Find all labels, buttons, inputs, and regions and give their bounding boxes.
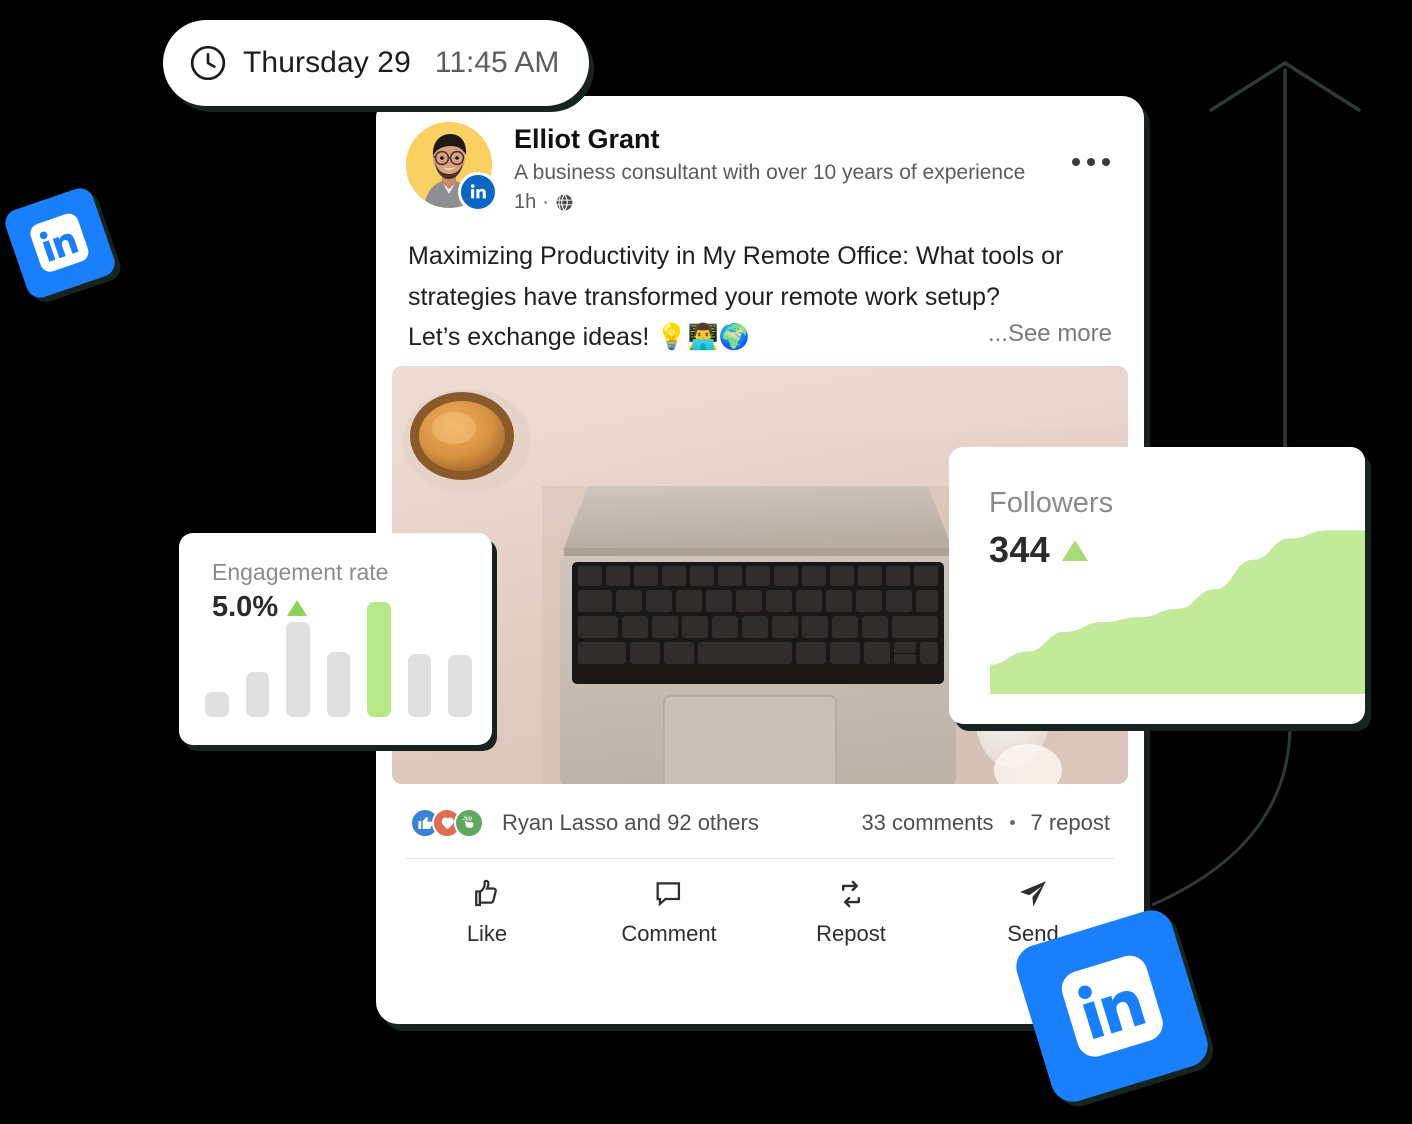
clock-icon (190, 45, 226, 81)
like-button-label: Like (466, 920, 508, 946)
post-time-ago: 1h (514, 191, 537, 214)
post-social-row: Ryan Lasso and 92 others 33 comments 7 r… (376, 784, 1144, 858)
bar-5 (367, 602, 391, 717)
comment-button-label: Comment (621, 920, 717, 946)
reaction-names[interactable]: Ryan Lasso and 92 others (502, 810, 759, 836)
time-day-label: Thursday 29 (243, 46, 411, 79)
reaction-icons[interactable] (410, 807, 484, 838)
engagement-bar-chart (205, 589, 473, 717)
author-name[interactable]: Elliot Grant (514, 124, 1114, 155)
post-text-line-1: Maximizing Productivity in My Remote Off… (408, 242, 1064, 271)
repost-button-label: Repost (816, 920, 886, 946)
post-meta-row: 1h · (514, 191, 1114, 214)
see-more-link[interactable]: ...See more (988, 320, 1112, 348)
thumbs-up-icon (475, 879, 497, 906)
bar-2 (245, 672, 270, 717)
author-headline: A business consultant with over 10 years… (514, 161, 1026, 185)
followers-area-chart (990, 514, 1365, 694)
comment-button[interactable]: Comment (578, 877, 760, 947)
post-stats: 33 comments 7 repost (861, 810, 1110, 836)
linkedin-tile-small[interactable] (1, 184, 119, 302)
curve-line-icon (1151, 729, 1292, 907)
screenshot-root: Thursday 29 11:45 AM Elliot Grant A busi… (0, 0, 1412, 1124)
followers-area-path (990, 530, 1365, 694)
bar-3 (286, 622, 310, 717)
engagement-label: Engagement rate (212, 559, 389, 585)
followers-card: Followers 344 (949, 447, 1365, 724)
bar-1 (205, 692, 229, 717)
repost-count[interactable]: 7 repost (1031, 810, 1111, 836)
engagement-rate-card: Engagement rate 5.0% (179, 533, 492, 745)
linkedin-icon (30, 213, 90, 273)
comment-count[interactable]: 33 comments (861, 810, 993, 836)
repost-button[interactable]: Repost (760, 877, 942, 947)
linkedin-icon (1061, 955, 1163, 1057)
post-body: Maximizing Productivity in My Remote Off… (376, 214, 1144, 351)
time-pill: Thursday 29 11:45 AM (163, 20, 590, 106)
post-text-line-2: strategies have transformed your remote … (408, 282, 1000, 311)
repost-icon (842, 880, 860, 907)
post-header: Elliot Grant A business consultant with … (376, 96, 1144, 214)
post-author-block: Elliot Grant A business consultant with … (514, 122, 1114, 214)
clap-reaction-icon (454, 807, 484, 838)
globe-icon (556, 193, 573, 212)
more-options-icon[interactable] (1072, 158, 1110, 166)
linkedin-badge-icon (458, 172, 498, 212)
stats-separator-dot (1009, 820, 1015, 826)
send-icon (1019, 880, 1046, 907)
bar-4 (326, 652, 351, 717)
comment-bubble-icon (656, 881, 681, 907)
bar-7 (448, 655, 473, 717)
time-clock-label: 11:45 AM (434, 46, 560, 79)
meta-separator: · (542, 191, 549, 214)
like-button[interactable]: Like (396, 877, 578, 947)
bar-6 (407, 654, 432, 717)
avatar-wrapper[interactable] (406, 122, 498, 212)
